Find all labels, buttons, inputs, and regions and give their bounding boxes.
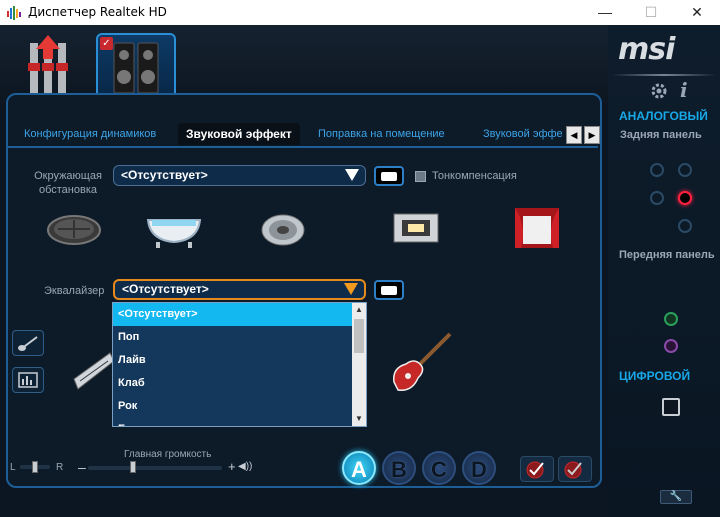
sewer-icon[interactable] (46, 210, 102, 250)
loudness-label: Тонкомпенсация (432, 170, 517, 182)
equalizer-option[interactable]: Б (113, 418, 353, 426)
equalizer-dropdown-list[interactable]: <Отсутствует> Поп Лайв Клаб Рок Б ▲ ▼ (112, 302, 367, 427)
preset-b-button[interactable]: B (382, 451, 416, 485)
front-jack-mic[interactable] (664, 339, 678, 353)
balance-left-label: L (10, 462, 16, 473)
window-title: Диспетчер Realtek HD (28, 5, 167, 19)
info-icon[interactable]: i (680, 78, 688, 102)
front-jack-headphones[interactable] (664, 312, 678, 326)
analog-heading: АНАЛОГОВЫЙ (619, 109, 708, 123)
tab-scroll-left-button[interactable]: ◀ (566, 126, 582, 144)
main-volume-label: Главная громкость (124, 449, 212, 460)
dropdown-arrow-icon (345, 169, 359, 181)
tab-divider (8, 146, 598, 148)
volume-plus-icon: + (228, 459, 236, 474)
disc-arena-icon[interactable] (260, 208, 306, 250)
gear-icon[interactable] (650, 82, 668, 100)
balance-slider-thumb[interactable] (32, 461, 38, 473)
guitar-mode-button[interactable] (12, 330, 44, 356)
tab-bar: Конфигурация динамиков Звуковой эффект П… (8, 123, 598, 145)
equalizer-option[interactable]: <Отсутствует> (113, 303, 353, 326)
preset-c-button[interactable]: C (422, 451, 456, 485)
main-volume-slider[interactable] (88, 466, 222, 470)
rear-jack-active[interactable] (678, 191, 692, 205)
wrench-icon[interactable]: 🔧 (660, 490, 692, 504)
rear-panel-label: Задняя панель (620, 129, 702, 141)
scroll-up-arrow-icon[interactable]: ▲ (352, 303, 366, 317)
tab-room-correction[interactable]: Поправка на помещение (318, 123, 445, 145)
minimize-button[interactable]: — (582, 0, 628, 25)
equalizer-option[interactable]: Клаб (113, 372, 353, 395)
rear-jack-5[interactable] (678, 219, 692, 233)
red-check-arrow-icon (564, 461, 582, 479)
equalizer-select-value: <Отсутствует> (122, 282, 209, 296)
environment-label-line1: Окружающая (34, 170, 102, 182)
maximize-button[interactable]: ☐ (628, 0, 674, 25)
preset-d-button[interactable]: D (462, 451, 496, 485)
bathtub-icon[interactable] (142, 208, 206, 250)
red-check-icon (526, 461, 544, 479)
close-button[interactable]: ✕ (674, 0, 720, 25)
equalizer-bars-icon (18, 372, 38, 388)
equalizer-toggle[interactable] (374, 280, 404, 300)
rear-jack-1[interactable] (650, 163, 664, 177)
environment-select[interactable]: <Отсутствует> (113, 165, 366, 186)
equalizer-select[interactable]: <Отсутствует> (113, 279, 366, 300)
graphic-eq-button[interactable] (12, 367, 44, 393)
rear-jack-2[interactable] (678, 163, 692, 177)
default-device-check-icon: ✓ (100, 37, 113, 50)
dropdown-scrollbar[interactable]: ▲ ▼ (352, 303, 366, 426)
guitar-small-icon (18, 336, 38, 351)
environment-label-line2: обстановка (38, 184, 98, 196)
tab-speaker-config[interactable]: Конфигурация динамиков (24, 123, 156, 145)
equalizer-option[interactable]: Рок (113, 395, 353, 418)
volume-min-icon: – (78, 459, 86, 475)
equalizer-option[interactable]: Поп (113, 326, 353, 349)
tab-sound-effects[interactable]: Звуковой эффект (178, 123, 300, 145)
rear-jack-3[interactable] (650, 191, 664, 205)
volume-speaker-icon[interactable]: ◀)) (238, 461, 252, 472)
loudness-checkbox[interactable] (415, 171, 426, 182)
preset-a-button[interactable]: A (342, 451, 376, 485)
equalizer-option[interactable]: Лайв (113, 349, 353, 372)
reset-preset-button[interactable] (558, 456, 592, 482)
tab-sound-effects-more[interactable]: Звуковой эффе (483, 123, 563, 145)
apply-preset-button[interactable] (520, 456, 554, 482)
tab-scroll-right-button[interactable]: ▶ (584, 126, 600, 144)
title-bar: Диспетчер Realtek HD — ☐ ✕ (0, 0, 720, 25)
digital-heading: ЦИФРОВОЙ (619, 369, 691, 383)
main-volume-slider-thumb[interactable] (130, 461, 136, 473)
equalizer-label: Эквалайзер (44, 285, 105, 297)
logo-underline (612, 74, 716, 76)
dropdown-arrow-icon (344, 283, 358, 295)
front-panel-label: Передняя панель (619, 249, 715, 261)
environment-toggle[interactable] (374, 166, 404, 186)
digital-output-icon[interactable] (662, 398, 680, 416)
scroll-down-arrow-icon[interactable]: ▼ (352, 412, 366, 426)
msi-logo: msi (618, 32, 675, 67)
electric-guitar-icon[interactable] (390, 330, 456, 394)
balance-right-label: R (56, 462, 64, 473)
stone-room-icon[interactable] (392, 210, 440, 246)
environment-label: Окружающая обстановка (28, 169, 108, 197)
environment-select-value: <Отсутствует> (121, 168, 208, 182)
scroll-thumb[interactable] (354, 319, 364, 353)
realtek-speaker-icon (7, 6, 21, 20)
keyboard-icon[interactable] (70, 345, 114, 391)
theater-icon[interactable] (513, 206, 561, 250)
